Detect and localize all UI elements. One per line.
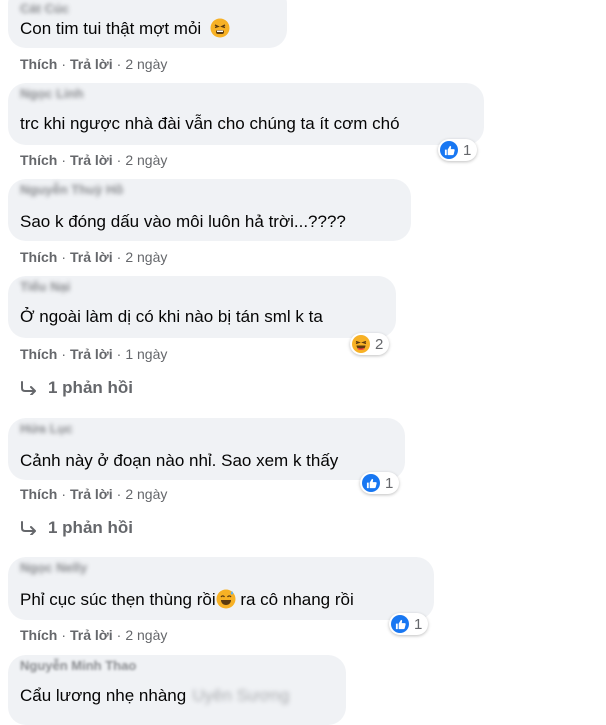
thumbs-up-icon	[440, 141, 458, 159]
like-link[interactable]: Thích	[20, 486, 57, 502]
view-replies-link[interactable]: 1 phản hồi	[20, 378, 133, 398]
reaction-summary[interactable]: 1	[438, 139, 478, 161]
comment-author[interactable]: Hứa Lục	[20, 421, 73, 436]
comment-actions: Thích · Trả lời · 2 ngày	[20, 486, 168, 502]
mention-link[interactable]: Uyên Sương	[192, 686, 289, 705]
comment-text: trc khi ngược nhà đài vẫn cho chúng ta í…	[20, 114, 400, 133]
timestamp[interactable]: 1 ngày	[125, 346, 167, 362]
comment-actions: Thích · Trả lời · 2 ngày	[20, 56, 168, 72]
haha-emoji-icon	[352, 335, 370, 353]
reaction-count: 1	[414, 615, 423, 633]
timestamp[interactable]: 2 ngày	[125, 486, 167, 502]
comment-text: Cảnh này ở đoạn nào nhỉ. Sao xem k thấy	[20, 451, 339, 470]
comment-author[interactable]: Nguyễn Minh Thao	[20, 658, 136, 673]
reply-link[interactable]: Trả lời	[70, 346, 113, 362]
thumbs-up-icon	[362, 474, 380, 492]
comment-text: Cẩu lương nhẹ nhàng Uyên Sương	[20, 686, 290, 705]
comment-actions: Thích · Trả lời · 2 ngày	[20, 249, 168, 265]
comment-bubble: Ngọc Nelly Phỉ cục súc thẹn thùng rồi ra…	[8, 557, 434, 620]
comment-author[interactable]: Cát Cúc	[20, 1, 69, 16]
comment-text: Sao k đóng dấu vào môi luôn hả trời...??…	[20, 212, 346, 231]
like-link[interactable]: Thích	[20, 56, 57, 72]
comment-actions: Thích · Trả lời · 2 ngày	[20, 152, 168, 168]
like-link[interactable]: Thích	[20, 249, 57, 265]
reply-link[interactable]: Trả lời	[70, 249, 113, 265]
thumbs-up-icon	[391, 615, 409, 633]
view-replies-link[interactable]: 1 phản hồi	[20, 518, 133, 538]
sweat-smile-emoji-icon	[216, 589, 236, 609]
comment-bubble: Nguyễn Minh Thao Cẩu lương nhẹ nhàng Uyên…	[8, 655, 346, 725]
reaction-summary[interactable]: 1	[360, 472, 400, 494]
replies-count: 1 phản hồi	[48, 518, 133, 537]
comment-author[interactable]: Nguyễn Thuỳ Hồ	[20, 182, 123, 197]
tired-face-emoji-icon	[210, 18, 230, 38]
reply-arrow-icon	[21, 521, 36, 535]
reply-link[interactable]: Trả lời	[70, 486, 113, 502]
comment-bubble: Cát Cúc Con tim tui thật mợt mỏi	[8, 0, 287, 48]
comment-bubble: Hứa Lục Cảnh này ở đoạn nào nhỉ. Sao xem…	[8, 418, 405, 480]
reaction-count: 1	[385, 474, 394, 492]
comment-author[interactable]: Ngọc Linh	[20, 86, 84, 101]
reaction-count: 1	[463, 141, 472, 159]
comment-actions: Thích · Trả lời · 2 ngày	[20, 627, 168, 643]
reaction-count: 2	[375, 335, 384, 353]
replies-count: 1 phản hồi	[48, 378, 133, 397]
comment-text: Con tim tui thật mợt mỏi	[20, 18, 230, 40]
reply-link[interactable]: Trả lời	[70, 56, 113, 72]
comment-actions: Thích · Trả lời · 1 ngày	[20, 346, 168, 362]
timestamp[interactable]: 2 ngày	[125, 249, 167, 265]
comment-bubble: Nguyễn Thuỳ Hồ Sao k đóng dấu vào môi lu…	[8, 179, 411, 241]
comment-text: Ở ngoài làm dị có khi nào bị tán sml k t…	[20, 307, 323, 326]
reply-link[interactable]: Trả lời	[70, 627, 113, 643]
reaction-summary[interactable]: 1	[389, 613, 429, 635]
reply-link[interactable]: Trả lời	[70, 152, 113, 168]
timestamp[interactable]: 2 ngày	[125, 627, 167, 643]
comment-author[interactable]: Tiểu Nại	[20, 279, 70, 294]
like-link[interactable]: Thích	[20, 152, 57, 168]
comment-bubble: Ngọc Linh trc khi ngược nhà đài vẫn cho …	[8, 83, 484, 145]
comment-bubble: Tiểu Nại Ở ngoài làm dị có khi nào bị tá…	[8, 276, 396, 338]
comment-text: Phỉ cục súc thẹn thùng rồi ra cô nhang r…	[20, 589, 354, 609]
comment-author[interactable]: Ngọc Nelly	[20, 560, 87, 575]
like-link[interactable]: Thích	[20, 627, 57, 643]
reaction-summary[interactable]: 2	[350, 333, 390, 355]
timestamp[interactable]: 2 ngày	[125, 152, 167, 168]
reply-arrow-icon	[21, 381, 36, 395]
timestamp[interactable]: 2 ngày	[125, 56, 167, 72]
like-link[interactable]: Thích	[20, 346, 57, 362]
